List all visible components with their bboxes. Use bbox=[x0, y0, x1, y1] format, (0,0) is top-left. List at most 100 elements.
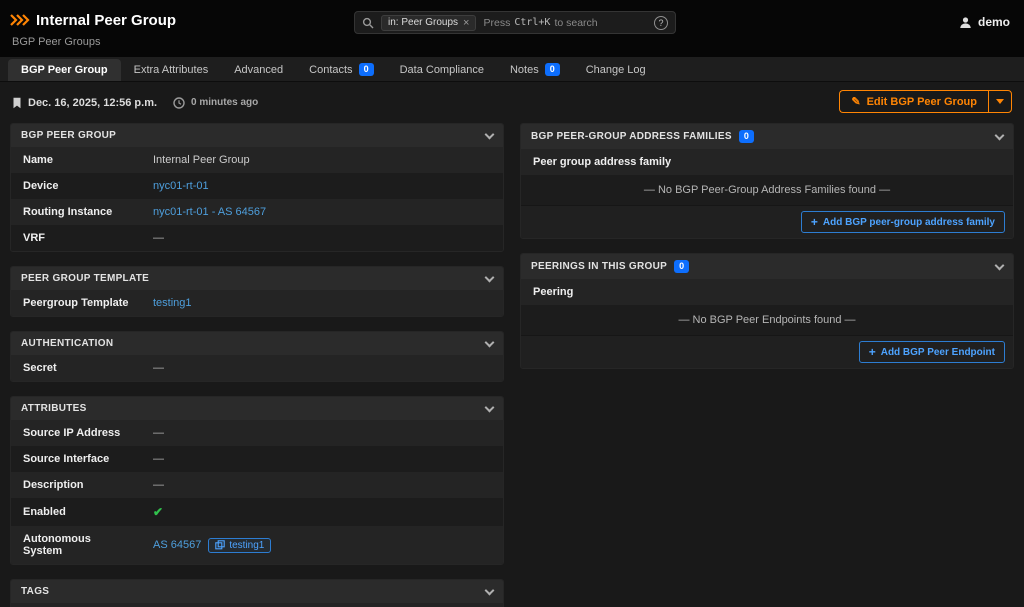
field-label: Routing Instance bbox=[11, 199, 141, 225]
tab-label: BGP Peer Group bbox=[21, 64, 108, 76]
field-value: — bbox=[141, 472, 503, 498]
field-label: Name bbox=[11, 147, 141, 173]
edit-button-group: ✎ Edit BGP Peer Group bbox=[839, 90, 1012, 113]
search-hint-shortcut: Ctrl+K bbox=[514, 17, 550, 28]
chip-close-icon[interactable]: × bbox=[463, 17, 469, 29]
tab-label: Extra Attributes bbox=[134, 64, 209, 76]
add-peer-endpoint-button[interactable]: + Add BGP Peer Endpoint bbox=[859, 341, 1005, 363]
tab-notes-badge: 0 bbox=[545, 63, 560, 76]
add-peer-endpoint-label: Add BGP Peer Endpoint bbox=[881, 347, 995, 358]
panel-authentication-header[interactable]: AUTHENTICATION bbox=[11, 332, 503, 355]
field-row-enabled: Enabled ✔ bbox=[11, 498, 503, 526]
field-row-secret: Secret — bbox=[11, 355, 503, 381]
main-content: BGP PEER GROUP Name Internal Peer Group … bbox=[0, 123, 1024, 607]
panel-peerings-header[interactable]: PEERINGS IN THIS GROUP 0 bbox=[521, 254, 1013, 279]
plus-icon: + bbox=[811, 215, 818, 229]
tab-advanced[interactable]: Advanced bbox=[221, 59, 296, 81]
panel-address-families-header[interactable]: BGP PEER-GROUP ADDRESS FAMILIES 0 bbox=[521, 124, 1013, 149]
panel-address-families: BGP PEER-GROUP ADDRESS FAMILIES 0 Peer g… bbox=[520, 123, 1014, 239]
routing-instance-link[interactable]: nyc01-rt-01 - AS 64567 bbox=[153, 206, 266, 218]
field-label: Enabled bbox=[11, 499, 141, 525]
enabled-check-icon: ✔ bbox=[153, 505, 163, 519]
field-label: Source IP Address bbox=[11, 420, 141, 446]
search-hint-suffix: to search bbox=[554, 17, 597, 29]
tab-label: Data Compliance bbox=[400, 64, 484, 76]
peergroup-template-link[interactable]: testing1 bbox=[153, 297, 192, 309]
field-label: Autonomous System bbox=[11, 526, 141, 564]
created-date: Dec. 16, 2025, 12:56 p.m. bbox=[28, 97, 157, 109]
panel-attributes: ATTRIBUTES Source IP Address — Source In… bbox=[10, 396, 504, 565]
field-row-device: Device nyc01-rt-01 bbox=[11, 173, 503, 199]
user-menu[interactable]: demo bbox=[959, 15, 1010, 29]
field-row-autonomous-system: Autonomous System AS 64567 testing1 bbox=[11, 526, 503, 564]
add-address-family-label: Add BGP peer-group address family bbox=[823, 217, 995, 228]
tab-change-log[interactable]: Change Log bbox=[573, 59, 659, 81]
tab-notes[interactable]: Notes 0 bbox=[497, 58, 573, 81]
asn-tag-chip[interactable]: testing1 bbox=[208, 538, 271, 553]
panel-peer-group-template-header[interactable]: PEER GROUP TEMPLATE bbox=[11, 267, 503, 290]
field-row-vrf: VRF — bbox=[11, 225, 503, 251]
field-label: Description bbox=[11, 472, 141, 498]
field-label: Device bbox=[11, 173, 141, 199]
field-row-source-interface: Source Interface — bbox=[11, 446, 503, 472]
field-row-name: Name Internal Peer Group bbox=[11, 147, 503, 173]
detail-tabs: BGP Peer Group Extra Attributes Advanced… bbox=[0, 57, 1024, 82]
panel-title: TAGS bbox=[21, 586, 49, 597]
tab-data-compliance[interactable]: Data Compliance bbox=[387, 59, 497, 81]
top-navbar: Internal Peer Group BGP Peer Groups in: … bbox=[0, 0, 1024, 57]
left-column: BGP PEER GROUP Name Internal Peer Group … bbox=[10, 123, 504, 607]
field-rows: Secret — bbox=[11, 355, 503, 381]
bookmark-icon bbox=[12, 97, 22, 109]
page-title: Internal Peer Group bbox=[36, 12, 176, 29]
chevron-down-icon bbox=[995, 260, 1005, 270]
user-icon bbox=[959, 16, 972, 29]
panel-title: PEERINGS IN THIS GROUP bbox=[531, 261, 667, 272]
add-address-family-button[interactable]: + Add BGP peer-group address family bbox=[801, 211, 1005, 233]
chevron-down-icon bbox=[485, 129, 495, 139]
tab-label: Contacts bbox=[309, 64, 352, 76]
panel-title: BGP PEER GROUP bbox=[21, 130, 116, 141]
tab-extra-attributes[interactable]: Extra Attributes bbox=[121, 59, 222, 81]
field-rows: Name Internal Peer Group Device nyc01-rt… bbox=[11, 147, 503, 251]
chevron-down-icon bbox=[995, 130, 1005, 140]
address-families-empty-state: — No BGP Peer-Group Address Families fou… bbox=[521, 175, 1013, 205]
field-value: Internal Peer Group bbox=[141, 147, 503, 173]
search-filter-chip[interactable]: in: Peer Groups × bbox=[381, 15, 476, 31]
panel-bgp-peer-group-header[interactable]: BGP PEER GROUP bbox=[11, 124, 503, 147]
autonomous-system-link[interactable]: AS 64567 bbox=[153, 539, 201, 551]
chevron-down-icon bbox=[485, 585, 495, 595]
panel-title: BGP PEER-GROUP ADDRESS FAMILIES bbox=[531, 131, 732, 142]
breadcrumb[interactable]: BGP Peer Groups bbox=[12, 36, 100, 48]
caret-down-icon bbox=[996, 99, 1004, 104]
field-value: — bbox=[141, 420, 503, 446]
search-filter-chip-label: in: Peer Groups bbox=[388, 17, 458, 28]
search-icon bbox=[362, 17, 374, 29]
tab-label: Change Log bbox=[586, 64, 646, 76]
peerings-count-badge: 0 bbox=[674, 260, 689, 273]
field-row-description: Description — bbox=[11, 472, 503, 498]
field-label: Source Interface bbox=[11, 446, 141, 472]
address-families-count-badge: 0 bbox=[739, 130, 754, 143]
panel-bgp-peer-group: BGP PEER GROUP Name Internal Peer Group … bbox=[10, 123, 504, 252]
tab-bgp-peer-group[interactable]: BGP Peer Group bbox=[8, 59, 121, 81]
edit-dropdown-toggle[interactable] bbox=[988, 90, 1012, 113]
edit-bgp-peer-group-button[interactable]: ✎ Edit BGP Peer Group bbox=[839, 90, 988, 113]
field-row-peergroup-template: Peergroup Template testing1 bbox=[11, 290, 503, 316]
panel-attributes-header[interactable]: ATTRIBUTES bbox=[11, 397, 503, 420]
tab-label: Notes bbox=[510, 64, 539, 76]
field-value: — bbox=[141, 446, 503, 472]
panel-title: ATTRIBUTES bbox=[21, 403, 87, 414]
tab-contacts[interactable]: Contacts 0 bbox=[296, 58, 386, 81]
panel-peer-group-template: PEER GROUP TEMPLATE Peergroup Template t… bbox=[10, 266, 504, 317]
clock-icon bbox=[173, 97, 185, 109]
field-value: — bbox=[141, 225, 503, 251]
panel-tags-header[interactable]: TAGS bbox=[11, 580, 503, 603]
device-link[interactable]: nyc01-rt-01 bbox=[153, 180, 209, 192]
edit-button-label: Edit BGP Peer Group bbox=[867, 96, 977, 108]
peerings-footer: + Add BGP Peer Endpoint bbox=[521, 335, 1013, 368]
help-icon[interactable]: ? bbox=[654, 16, 668, 30]
user-name: demo bbox=[978, 15, 1010, 29]
global-search[interactable]: in: Peer Groups × Press Ctrl+K to search… bbox=[354, 11, 676, 34]
tab-contacts-badge: 0 bbox=[359, 63, 374, 76]
app-logo-icon[interactable] bbox=[10, 13, 30, 27]
